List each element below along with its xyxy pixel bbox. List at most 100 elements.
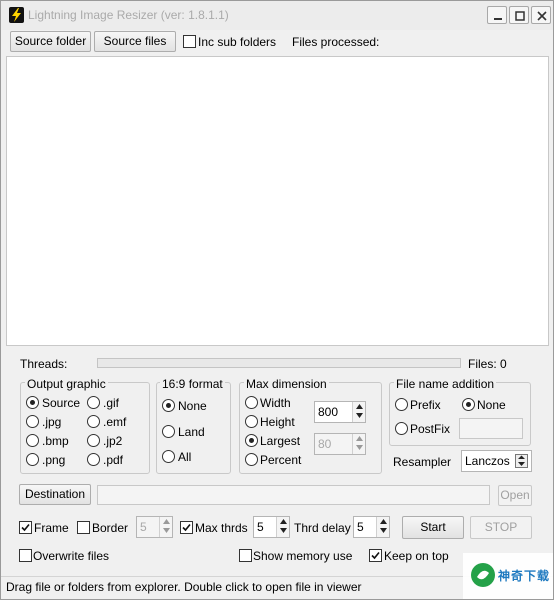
dim-height-radio[interactable] [245,415,258,428]
title-bar[interactable]: Lightning Image Resizer (ver: 1.8.1.1) [1,1,553,30]
percent-input[interactable]: 80 [314,433,366,455]
keep-on-top-label: Keep on top [384,549,449,563]
inc-sub-folders-checkbox[interactable] [183,35,196,48]
addition-text-input[interactable] [459,418,523,439]
prefix-label: Prefix [410,398,441,412]
dim-width-radio[interactable] [245,396,258,409]
open-button[interactable]: Open [498,485,532,506]
dropdown-arrow-icon [515,454,528,468]
border-input-value: 5 [140,520,147,534]
dim-percent-radio[interactable] [245,453,258,466]
dim-percent-label: Percent [260,453,302,467]
thrd-delay-spin-arrows-icon[interactable] [376,517,389,537]
output-pdf-label: .pdf [103,453,124,467]
watermark-logo-icon [471,563,495,587]
status-text: Drag file or folders from explorer. Doub… [6,580,362,594]
max-thrds-input-value: 5 [257,520,264,534]
border-input[interactable]: 5 [136,516,173,538]
max-dimension-title: Max dimension [244,377,329,391]
format-land-label: Land [178,425,205,439]
frame-checkbox[interactable] [19,521,32,534]
resampler-select[interactable]: Lanczos [461,450,532,472]
files-processed-label: Files processed: [292,35,380,49]
output-png-radio[interactable] [26,453,39,466]
max-thrds-input[interactable]: 5 [253,516,290,538]
border-checkbox[interactable] [77,521,90,534]
dim-largest-label: Largest [260,434,301,448]
addition-none-label: None [477,398,506,412]
percent-spin-arrows-icon[interactable] [352,434,365,454]
close-icon [537,11,547,21]
postfix-label: PostFix [410,422,451,436]
output-jp2-radio[interactable] [87,434,100,447]
threads-label: Threads: [20,357,68,371]
output-png-label: .png [42,453,66,467]
output-gif-radio[interactable] [87,396,100,409]
size-spin-arrows-icon[interactable] [352,402,365,422]
addition-none-radio[interactable] [462,398,475,411]
progress-bar [97,358,461,368]
border-label: Border [92,521,129,535]
postfix-radio[interactable] [395,422,408,435]
lightning-icon [9,7,24,23]
checkmark-icon [21,523,30,532]
resampler-value: Lanczos [465,454,510,468]
maximize-icon [515,11,525,21]
destination-path[interactable] [97,485,490,505]
minimize-button[interactable] [487,6,507,24]
close-button[interactable] [531,6,551,24]
output-bmp-label: .bmp [42,434,69,448]
format-all-radio[interactable] [162,450,175,463]
size-input[interactable]: 800 [314,401,366,423]
thrd-delay-input[interactable]: 5 [353,516,390,538]
output-source-label: Source [42,396,81,410]
output-source-radio[interactable] [26,396,39,409]
files-count-label: Files: 0 [468,357,507,371]
minimize-icon [494,18,502,20]
output-graphic-title: Output graphic [25,377,108,391]
format-16-9-title: 16:9 format [160,377,225,391]
output-jp2-label: .jp2 [103,434,123,448]
keep-on-top-checkbox[interactable] [369,549,382,562]
overwrite-files-checkbox[interactable] [19,549,32,562]
show-memory-use-checkbox[interactable] [239,549,252,562]
output-pdf-radio[interactable] [87,453,100,466]
output-jpg-label: .jpg [42,415,62,429]
output-emf-label: .emf [103,415,127,429]
show-memory-use-label: Show memory use [253,549,353,563]
dim-height-label: Height [260,415,295,429]
output-graphic-group [20,382,150,474]
file-name-addition-title: File name addition [394,377,497,391]
prefix-radio[interactable] [395,398,408,411]
inc-sub-folders-label: Inc sub folders [198,35,277,49]
checkmark-icon [371,551,380,560]
output-emf-radio[interactable] [87,415,100,428]
border-spin-arrows-icon[interactable] [159,517,172,537]
source-folder-button[interactable]: Source folder [10,31,91,52]
source-files-button[interactable]: Source files [94,31,176,52]
maximize-button[interactable] [509,6,529,24]
start-button[interactable]: Start [402,516,464,539]
max-thrds-spin-arrows-icon[interactable] [276,517,289,537]
destination-button[interactable]: Destination [19,484,91,505]
output-jpg-radio[interactable] [26,415,39,428]
thrd-delay-label: Thrd delay [294,521,351,535]
format-none-radio[interactable] [162,399,175,412]
max-thrds-label: Max thrds [195,521,248,535]
output-bmp-radio[interactable] [26,434,39,447]
output-gif-label: .gif [103,396,120,410]
format-none-label: None [178,399,207,413]
dim-largest-radio[interactable] [245,434,258,447]
max-thrds-checkbox[interactable] [180,521,193,534]
overwrite-files-label: Overwrite files [33,549,110,563]
watermark-text: 神奇下载 [498,569,551,583]
stop-button[interactable]: STOP [470,516,532,539]
frame-label: Frame [34,521,69,535]
window-title: Lightning Image Resizer (ver: 1.8.1.1) [28,8,229,22]
size-input-value: 800 [318,405,339,419]
file-list[interactable] [6,56,549,346]
percent-input-value: 80 [318,437,332,451]
thrd-delay-input-value: 5 [357,520,364,534]
format-all-label: All [178,450,192,464]
format-land-radio[interactable] [162,425,175,438]
